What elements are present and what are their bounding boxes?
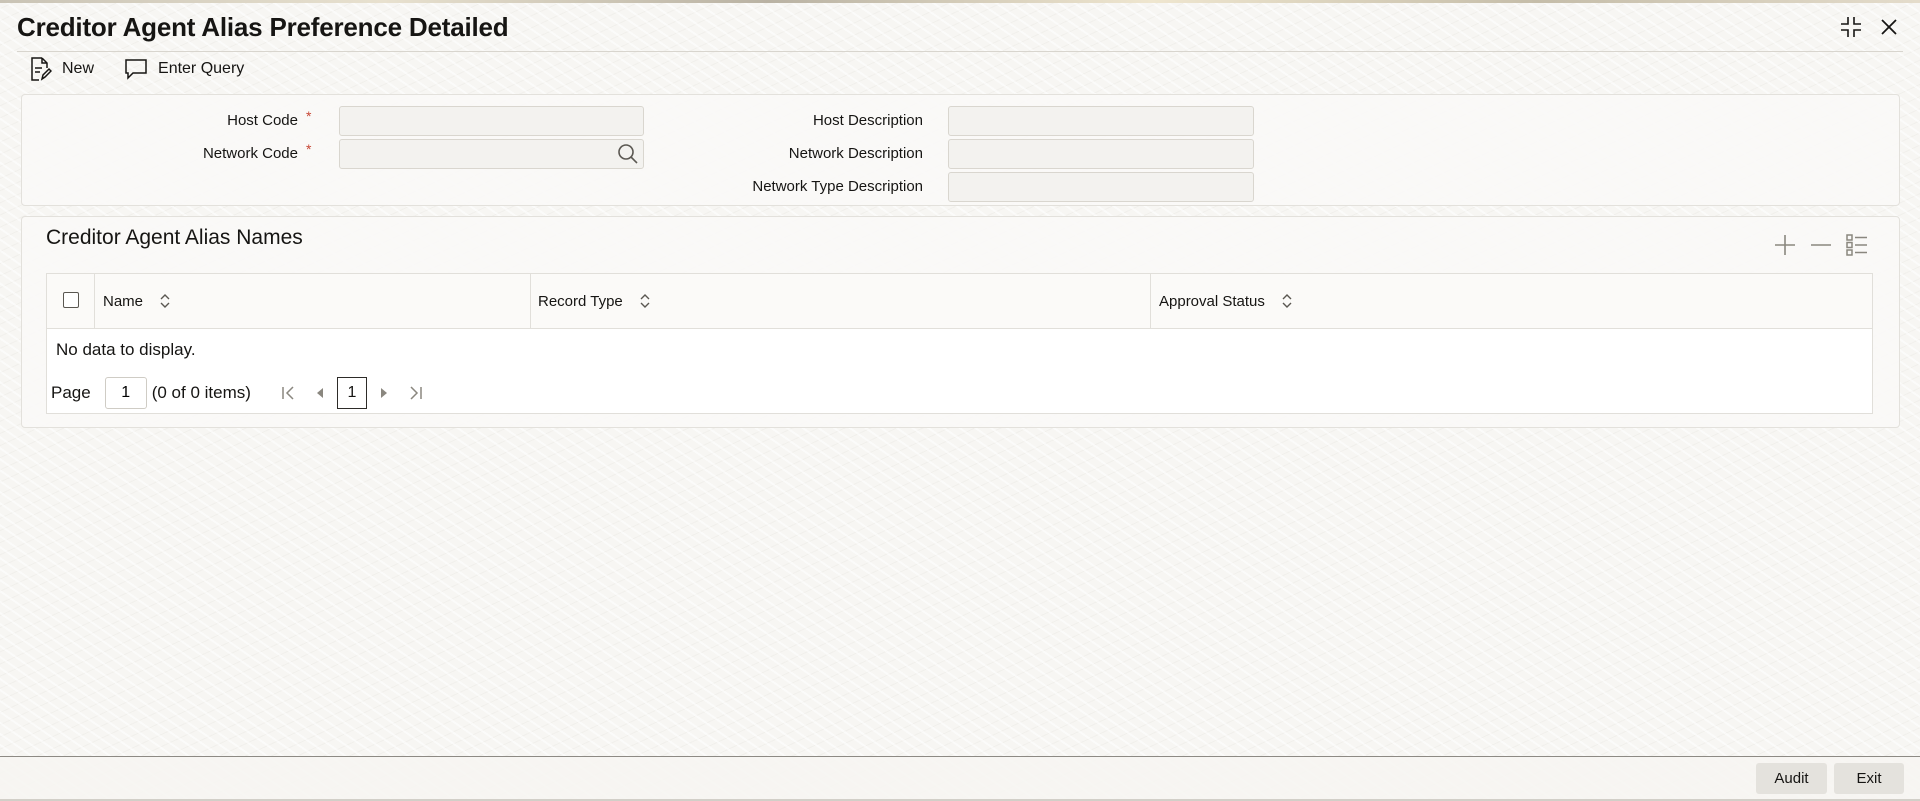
new-document-icon xyxy=(28,56,52,82)
table-header: Name Record Type Approval Status xyxy=(47,274,1872,329)
last-page-icon[interactable] xyxy=(405,382,427,404)
current-page[interactable]: 1 xyxy=(336,377,367,409)
minus-icon[interactable] xyxy=(1808,232,1834,258)
grid-actions xyxy=(1772,232,1870,258)
column-divider xyxy=(94,274,95,328)
network-code-required-mark: * xyxy=(306,141,312,157)
network-code-label: Network Code xyxy=(202,145,298,162)
column-header-approval-status[interactable]: Approval Status xyxy=(1159,274,1293,328)
new-button[interactable]: New xyxy=(28,56,94,82)
sort-updown-icon[interactable] xyxy=(159,294,171,308)
column-record-type-label: Record Type xyxy=(538,292,623,310)
network-description-input[interactable] xyxy=(948,139,1254,169)
enter-query-button[interactable]: Enter Query xyxy=(124,58,244,80)
first-page-icon[interactable] xyxy=(277,382,299,404)
page-label: Page xyxy=(51,383,91,402)
title-divider xyxy=(17,51,1903,52)
sort-updown-icon[interactable] xyxy=(639,294,651,308)
select-all-checkbox[interactable] xyxy=(63,292,79,308)
network-code-input[interactable] xyxy=(339,139,644,169)
grid-title: Creditor Agent Alias Names xyxy=(46,226,303,249)
items-info: (0 of 0 items) xyxy=(151,383,251,402)
close-icon[interactable] xyxy=(1876,14,1902,40)
collapse-corners-icon[interactable] xyxy=(1838,14,1864,40)
previous-page-icon[interactable] xyxy=(309,382,331,404)
new-label: New xyxy=(62,60,95,77)
host-code-input[interactable] xyxy=(339,106,644,136)
next-page-icon[interactable] xyxy=(373,382,395,404)
column-divider xyxy=(530,274,531,328)
pagination: Page (0 of 0 items) 1 xyxy=(51,377,427,409)
network-type-description-input[interactable] xyxy=(948,172,1254,202)
host-code-label: Host Code xyxy=(227,112,298,129)
toolbar: New Enter Query xyxy=(28,56,244,82)
audit-button[interactable]: Audit xyxy=(1756,763,1827,794)
window-controls xyxy=(1838,14,1902,40)
host-code-required-mark: * xyxy=(306,108,312,124)
top-decorative-strip xyxy=(0,0,1920,3)
network-description-label: Network Description xyxy=(788,145,923,162)
alias-names-table: Name Record Type Approval Status No data… xyxy=(46,273,1873,414)
list-detail-icon[interactable] xyxy=(1844,232,1870,258)
sort-updown-icon[interactable] xyxy=(1281,294,1293,308)
page-number-input[interactable] xyxy=(104,377,147,409)
speech-bubble-icon xyxy=(124,58,148,80)
search-icon[interactable] xyxy=(615,141,641,167)
column-header-name[interactable]: Name xyxy=(103,274,171,328)
host-description-label: Host Description xyxy=(812,112,923,129)
network-type-description-label: Network Type Description xyxy=(752,178,923,195)
page-title: Creditor Agent Alias Preference Detailed xyxy=(17,12,509,42)
column-header-record-type[interactable]: Record Type xyxy=(538,274,651,328)
enter-query-label: Enter Query xyxy=(158,60,245,77)
exit-button[interactable]: Exit xyxy=(1834,763,1904,794)
column-divider xyxy=(1150,274,1151,328)
plus-icon[interactable] xyxy=(1772,232,1798,258)
column-approval-status-label: Approval Status xyxy=(1159,292,1265,310)
host-description-input[interactable] xyxy=(948,106,1254,136)
footer-bar: Audit Exit xyxy=(0,757,1920,801)
empty-message: No data to display. xyxy=(56,340,196,359)
column-name-label: Name xyxy=(103,292,144,310)
